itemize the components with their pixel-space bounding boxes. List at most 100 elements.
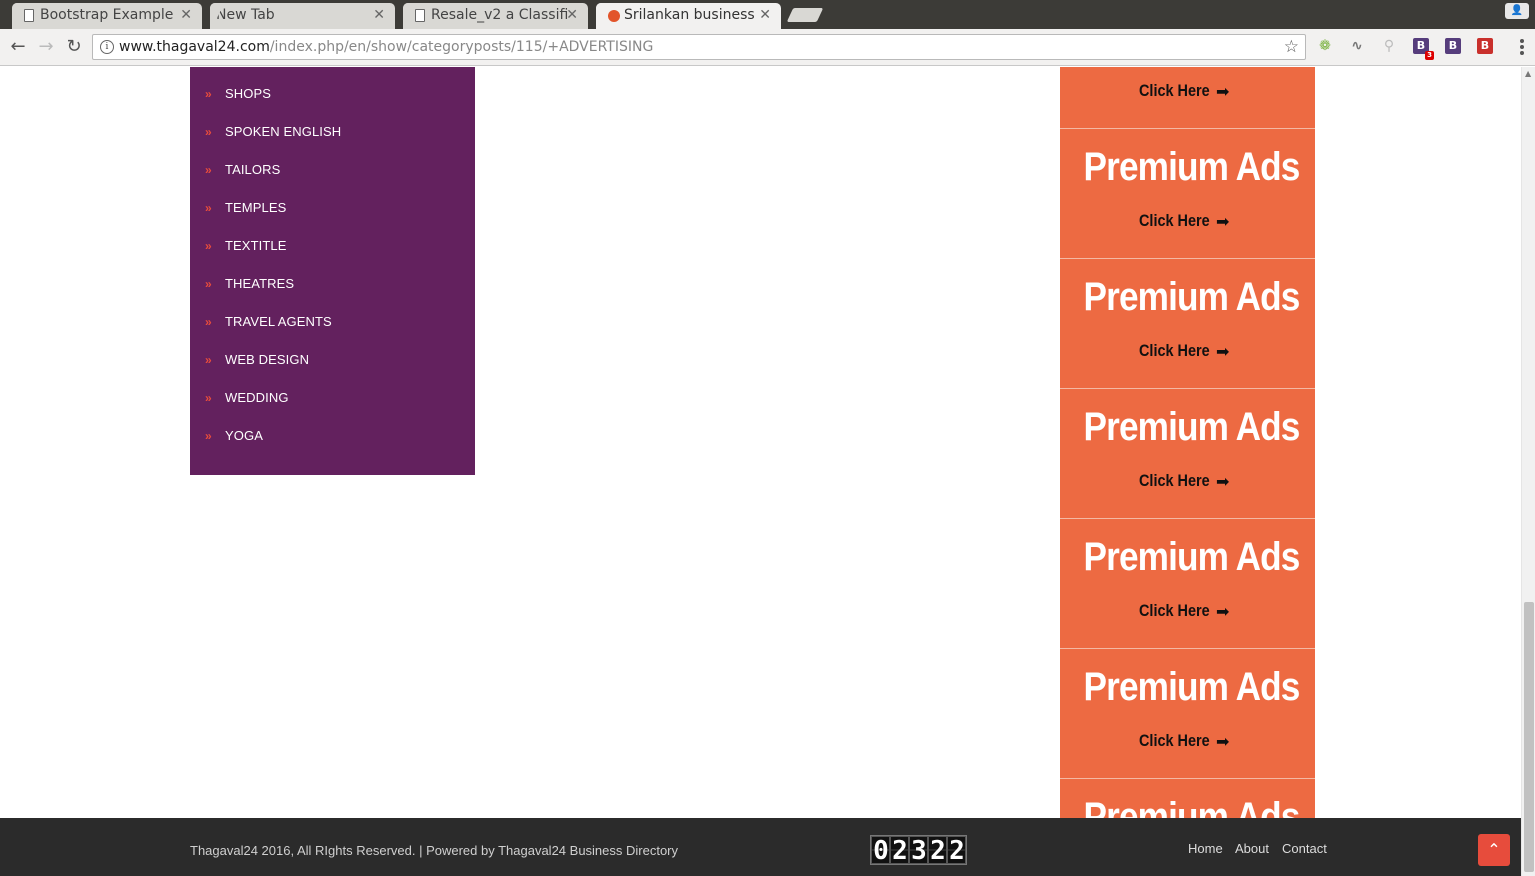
premium-ad-banner[interactable]: Premium Ads Click Here ➡ bbox=[1060, 129, 1315, 259]
copyright-text: Thagaval24 2016, All RIghts Reserved. | … bbox=[190, 843, 679, 858]
premium-ads-column: Premium Ads Click Here ➡ Premium Ads Click H… bbox=[1060, 67, 1315, 876]
extension-glyph: B bbox=[1416, 39, 1426, 52]
footer-link-home[interactable]: Home bbox=[1188, 841, 1223, 856]
extension-glyph: ❁ bbox=[1319, 38, 1331, 54]
category-sidebar: » SHOPS » SPOKEN ENGLISH » TAILORS » TEMPLES » TE… bbox=[190, 67, 475, 475]
double-chevron-right-icon: » bbox=[205, 353, 212, 367]
reload-icon[interactable]: ↻ bbox=[64, 37, 84, 57]
site-footer: Thagaval24 2016, All RIghts Reserved. | … bbox=[0, 818, 1521, 876]
tab-bootstrap-example[interactable]: Bootstrap Example ✕ bbox=[12, 3, 202, 29]
arrow-right-icon: ➡ bbox=[1216, 732, 1230, 751]
premium-ad-banner[interactable]: Premium Ads Click Here ➡ bbox=[1060, 519, 1315, 649]
category-label: THEATRES bbox=[225, 276, 295, 291]
category-label: TEMPLES bbox=[225, 200, 287, 215]
tab-title: New Tab bbox=[216, 7, 275, 23]
tab-new-tab[interactable]: New Tab ✕ bbox=[210, 3, 395, 29]
close-tab-icon[interactable]: ✕ bbox=[180, 3, 192, 27]
counter-digit: 2 bbox=[928, 836, 947, 865]
ad-title: Premium Ads bbox=[1083, 405, 1301, 449]
category-label: WEDDING bbox=[225, 390, 289, 405]
extension-badge: 3 bbox=[1425, 51, 1434, 60]
browser-toolbar: ← → ↻ i www.thagaval24.com/index.php/en/… bbox=[0, 29, 1535, 66]
forward-arrow-icon[interactable]: → bbox=[36, 37, 56, 57]
double-chevron-right-icon: » bbox=[205, 391, 212, 405]
double-chevron-right-icon: » bbox=[205, 429, 212, 443]
page-scrollbar[interactable]: ▲ bbox=[1521, 67, 1535, 876]
counter-digit: 3 bbox=[909, 836, 928, 865]
bootstrap-extension-icon[interactable]: B bbox=[1445, 38, 1461, 54]
double-chevron-right-icon: » bbox=[205, 277, 212, 291]
browser-tab-strip: Bootstrap Example ✕ New Tab ✕ Resale_v2 … bbox=[0, 0, 1535, 29]
arrow-right-icon: ➡ bbox=[1216, 212, 1230, 231]
counter-digit: 0 bbox=[871, 836, 890, 865]
extension-glyph: B bbox=[1448, 39, 1458, 52]
premium-ad-banner[interactable]: Premium AdsClick Here➡ bbox=[1060, 649, 1315, 779]
footer-link-contact[interactable]: Contact bbox=[1282, 841, 1327, 856]
tab-title: Bootstrap Example bbox=[40, 7, 174, 23]
extension-glyph: B bbox=[1480, 39, 1490, 52]
counter-digit: 2 bbox=[890, 836, 909, 865]
premium-ad-banner[interactable]: Premium AdsClick Here➡ bbox=[1060, 259, 1315, 389]
new-tab-button[interactable] bbox=[786, 8, 824, 22]
counter-digit: 2 bbox=[947, 836, 966, 865]
ad-title: Premium Ads bbox=[1083, 665, 1301, 709]
bookmark-star-icon[interactable]: ☆ bbox=[1284, 37, 1299, 57]
tab-resale[interactable]: Resale_v2 a Classifi ✕ bbox=[403, 3, 588, 29]
category-label: SPOKEN ENGLISH bbox=[225, 124, 342, 139]
arrow-right-icon: ➡ bbox=[1216, 472, 1230, 491]
double-chevron-right-icon: » bbox=[205, 201, 212, 215]
brave-extension-icon[interactable]: B bbox=[1477, 38, 1493, 54]
ad-title: Premium Ads bbox=[1083, 535, 1301, 579]
tab-title: Srilankan business bbox=[624, 7, 755, 23]
tab-title: Resale_v2 a Classifi bbox=[431, 7, 569, 23]
arrow-right-icon: ➡ bbox=[1216, 342, 1230, 361]
info-icon[interactable]: i bbox=[100, 40, 114, 54]
ad-cta: Click Here bbox=[1139, 81, 1210, 100]
browser-menu-icon[interactable] bbox=[1519, 37, 1525, 57]
premium-ad-banner[interactable]: Premium AdsClick Here➡ bbox=[1060, 67, 1315, 129]
category-label: SHOPS bbox=[225, 86, 272, 101]
category-label: TEXTITLE bbox=[225, 238, 287, 253]
chevron-up-icon: ⌃ bbox=[1487, 840, 1501, 859]
back-to-top-button[interactable]: ⌃ bbox=[1478, 834, 1510, 866]
page-icon bbox=[415, 9, 425, 22]
extension-glyph: ⚲ bbox=[1383, 38, 1395, 54]
extension-glyph: ∿ bbox=[1351, 38, 1363, 54]
url-text[interactable]: www.thagaval24.com/index.php/en/show/cat… bbox=[119, 39, 653, 55]
category-label: YOGA bbox=[225, 428, 263, 443]
arrow-right-icon: ➡ bbox=[1216, 82, 1230, 101]
ad-cta: Click Here bbox=[1139, 471, 1210, 490]
ad-cta: Click Here bbox=[1139, 601, 1210, 620]
premium-ad-banner[interactable]: Premium Ads Click Here ➡ bbox=[1060, 389, 1315, 519]
page-icon bbox=[24, 9, 34, 22]
tab-srilankan-business[interactable]: Srilankan business ✕ bbox=[596, 3, 781, 29]
double-chevron-right-icon: » bbox=[205, 315, 212, 329]
profile-icon[interactable]: 👤 bbox=[1505, 3, 1529, 19]
arrow-right-icon: ➡ bbox=[1216, 602, 1230, 621]
ad-cta: Click Here bbox=[1139, 341, 1210, 360]
scroll-up-icon[interactable]: ▲ bbox=[1525, 69, 1531, 78]
double-chevron-right-icon: » bbox=[205, 125, 212, 139]
category-label: TRAVEL AGENTS bbox=[225, 314, 332, 329]
close-tab-icon[interactable]: ✕ bbox=[759, 3, 771, 27]
scrollbar-thumb[interactable] bbox=[1524, 602, 1534, 872]
back-arrow-icon[interactable]: ← bbox=[8, 37, 28, 57]
fruit-extension-icon[interactable]: ❁ bbox=[1317, 38, 1333, 54]
page-content: » SHOPS » SPOKEN ENGLISH » TAILORS » TEMPLES » TE… bbox=[0, 67, 1521, 876]
wrench-extension-icon[interactable]: ⚲ bbox=[1381, 38, 1397, 54]
close-tab-icon[interactable]: ✕ bbox=[373, 3, 385, 27]
close-tab-icon[interactable]: ✕ bbox=[566, 3, 578, 27]
double-chevron-right-icon: » bbox=[205, 87, 212, 101]
double-chevron-right-icon: » bbox=[205, 163, 212, 177]
category-label: WEB DESIGN bbox=[225, 352, 310, 367]
category-label: TAILORS bbox=[225, 162, 281, 177]
footer-link-about[interactable]: About bbox=[1235, 841, 1269, 856]
address-bar[interactable]: i www.thagaval24.com/index.php/en/show/c… bbox=[92, 34, 1306, 60]
ad-title: Premium Ads bbox=[1083, 145, 1301, 189]
site-favicon-icon bbox=[608, 10, 620, 22]
ad-cta: Click Here bbox=[1139, 211, 1210, 230]
visitor-counter: 02322 bbox=[870, 835, 967, 865]
bootstrap-extension-icon[interactable]: B3 bbox=[1413, 38, 1434, 60]
wand-extension-icon[interactable]: ∿ bbox=[1349, 38, 1365, 54]
double-chevron-right-icon: » bbox=[205, 239, 212, 253]
